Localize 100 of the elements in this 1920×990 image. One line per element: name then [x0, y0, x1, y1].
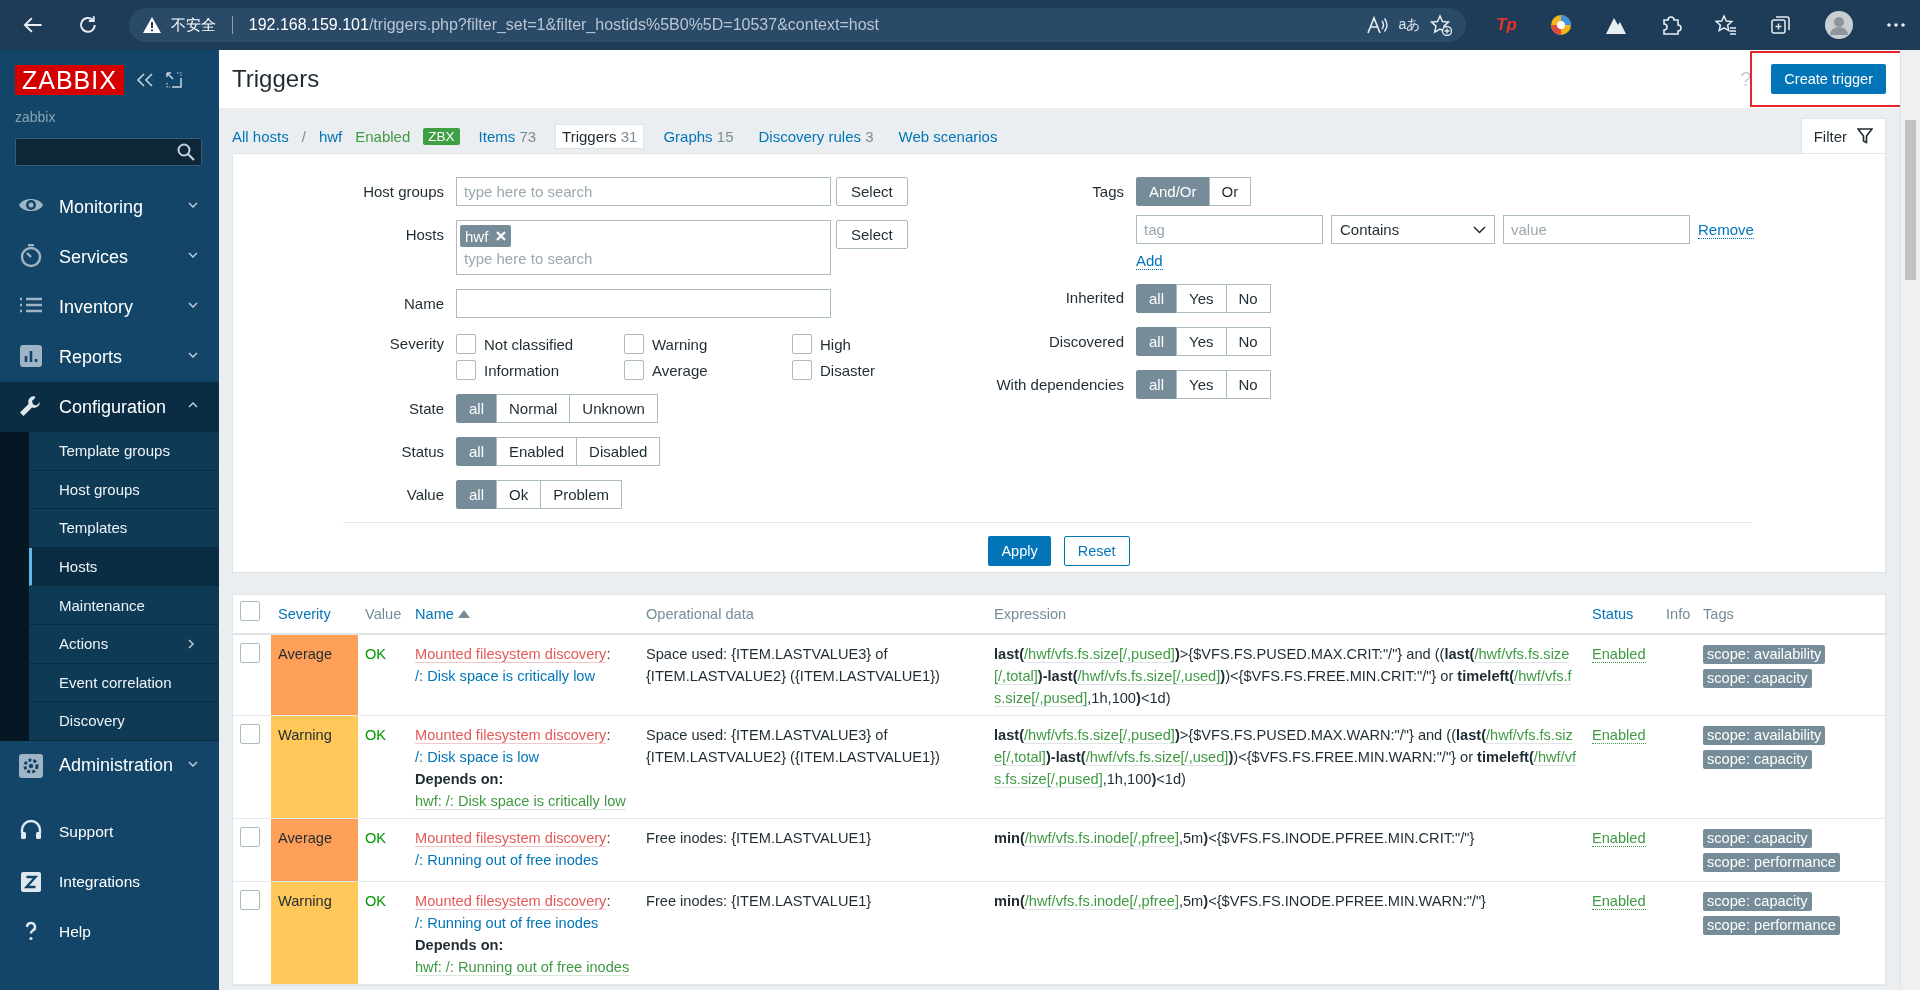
toggle-option[interactable]: And/Or	[1136, 177, 1210, 206]
breadcrumb-link[interactable]: All hosts	[232, 127, 289, 145]
trigger-name-link[interactable]: /: Disk space is low	[415, 749, 540, 765]
field-label: Status	[400, 442, 444, 462]
toggle-option[interactable]: Yes	[1176, 370, 1227, 399]
menu-item[interactable]: Administration	[0, 740, 219, 791]
checkbox[interactable]	[240, 724, 260, 744]
column-header[interactable]: Severity	[278, 603, 331, 625]
menu-item[interactable]: Configuration	[0, 382, 219, 432]
checkbox-label: Average	[652, 361, 708, 379]
color-wheel-icon[interactable]	[1550, 14, 1572, 36]
status-link[interactable]: Enabled	[1592, 830, 1646, 847]
remove-link[interactable]: Remove	[1698, 220, 1754, 239]
host-tab[interactable]: Web scenarios	[892, 124, 1004, 148]
toggle-option[interactable]: all	[456, 394, 497, 423]
trigger-name-link[interactable]: /: Running out of free inodes	[415, 852, 599, 868]
host-chip[interactable]: hwf	[460, 225, 512, 247]
trigger-expression: min(/hwf/vfs.fs.inode[/,pfree],5m)<{$VFS.FS.INODE.PFREE.MIN.CRIT:"/"}	[994, 829, 1476, 849]
more-icon[interactable]	[1886, 22, 1906, 28]
kiosk-mode-icon[interactable]	[165, 72, 182, 88]
toggle-option[interactable]: No	[1225, 284, 1271, 313]
host-status: Enabled	[355, 127, 411, 145]
toggle-option[interactable]: Yes	[1176, 284, 1227, 313]
toggle-option[interactable]: Enabled	[496, 437, 578, 466]
dependency-link[interactable]: hwf: /: Disk space is critically low	[415, 793, 626, 810]
menu-item[interactable]: Integrations	[0, 856, 219, 907]
toggle-option[interactable]: all	[456, 437, 497, 466]
checkbox[interactable]	[456, 360, 476, 380]
menu-item[interactable]: Inventory	[0, 282, 219, 332]
select-button[interactable]: Select	[836, 177, 908, 206]
status-link[interactable]: Enabled	[1592, 646, 1646, 663]
toggle-option[interactable]: Disabled	[576, 437, 661, 466]
puzzle-icon[interactable]	[1660, 14, 1682, 36]
avatar-icon[interactable]	[1825, 11, 1853, 39]
checkbox[interactable]	[624, 334, 644, 354]
toggle-option[interactable]: Problem	[540, 480, 623, 509]
status-link[interactable]: Enabled	[1592, 727, 1646, 744]
warning-icon	[142, 17, 161, 33]
checkbox[interactable]	[792, 334, 812, 354]
status-link[interactable]: Enabled	[1592, 893, 1646, 910]
checkbox[interactable]	[456, 334, 476, 354]
add-link[interactable]: Add	[1136, 252, 1163, 270]
filter-tab[interactable]: Filter	[1800, 118, 1886, 153]
column-header[interactable]: Status	[1592, 603, 1634, 625]
host-tab[interactable]: Graphs 15	[657, 124, 740, 148]
toggle-option[interactable]: Or	[1208, 177, 1252, 206]
reset-button[interactable]: Reset	[1063, 536, 1130, 566]
tag-label: scope: performance	[1703, 916, 1840, 935]
host-tab[interactable]: Items 73	[472, 124, 543, 148]
apply-button[interactable]: Apply	[988, 536, 1051, 566]
column-header[interactable]: Name	[415, 603, 470, 625]
host-tab[interactable]: Triggers 31	[555, 123, 645, 149]
toggle-option[interactable]: Yes	[1176, 327, 1227, 356]
toggle-option[interactable]: Normal	[496, 394, 571, 423]
menu-item[interactable]: Help	[0, 906, 219, 957]
address-bar[interactable]: 不安全 192.168.159.101/triggers.php?filter_set=1&filter_hostids%5B0%5D=10537&context=host aあ	[128, 8, 1467, 42]
operator-dropdown[interactable]: Contains	[1331, 215, 1495, 244]
favorites-icon[interactable]	[1715, 14, 1737, 36]
scrollbar-thumb[interactable]	[1905, 120, 1916, 280]
translate-button[interactable]: aあ	[1398, 16, 1421, 34]
search-field[interactable]	[15, 138, 202, 166]
reload-icon[interactable]	[77, 14, 99, 36]
checkbox[interactable]	[792, 360, 812, 380]
trigger-name-link[interactable]: /: Disk space is critically low	[415, 668, 596, 684]
name-field[interactable]	[456, 289, 831, 318]
hosts-field[interactable]: hwf type here to search	[456, 220, 831, 275]
discovery-rule-link[interactable]: Mounted filesystem discovery	[415, 893, 607, 910]
favorite-add-icon[interactable]	[1430, 14, 1453, 36]
checkbox[interactable]	[240, 643, 260, 663]
checkbox[interactable]	[624, 360, 644, 380]
dependency-link[interactable]: hwf: /: Running out of free inodes	[415, 959, 630, 976]
toggle-option[interactable]: all	[1136, 327, 1177, 356]
checkbox[interactable]	[240, 601, 260, 621]
checkbox[interactable]	[240, 890, 260, 910]
menu-item[interactable]: Support	[0, 806, 219, 857]
toggle-option[interactable]: Ok	[496, 480, 542, 509]
menu-item[interactable]: Reports	[0, 332, 219, 382]
select-button[interactable]: Select	[836, 220, 908, 249]
checkbox[interactable]	[240, 827, 260, 847]
discovery-rule-link[interactable]: Mounted filesystem discovery	[415, 646, 607, 663]
submenu-item[interactable]: Hosts	[29, 547, 219, 587]
host-tab[interactable]: Discovery rules 3	[752, 124, 880, 148]
trigger-name-link[interactable]: /: Running out of free inodes	[415, 915, 599, 931]
extension-button[interactable]: Tp	[1496, 15, 1517, 35]
menu-item[interactable]: Services	[0, 232, 219, 282]
menu-item[interactable]: Monitoring	[0, 182, 219, 232]
toggle-option[interactable]: No	[1225, 370, 1271, 399]
toggle-option[interactable]: all	[1136, 284, 1177, 313]
toggle-option[interactable]: all	[1136, 370, 1177, 399]
discovery-rule-link[interactable]: Mounted filesystem discovery	[415, 830, 607, 847]
toggle-option[interactable]: all	[456, 480, 497, 509]
toggle-option[interactable]: Unknown	[569, 394, 658, 423]
collections-icon[interactable]	[1770, 14, 1792, 36]
read-aloud-icon[interactable]	[1366, 15, 1389, 35]
discovery-rule-link[interactable]: Mounted filesystem discovery	[415, 727, 607, 744]
breadcrumb-link[interactable]: hwf	[318, 127, 343, 145]
remove-icon[interactable]	[496, 231, 507, 241]
create-trigger-button[interactable]: Create trigger	[1771, 64, 1886, 94]
toggle-option[interactable]: No	[1225, 327, 1271, 356]
collapse-icon[interactable]	[135, 72, 154, 88]
